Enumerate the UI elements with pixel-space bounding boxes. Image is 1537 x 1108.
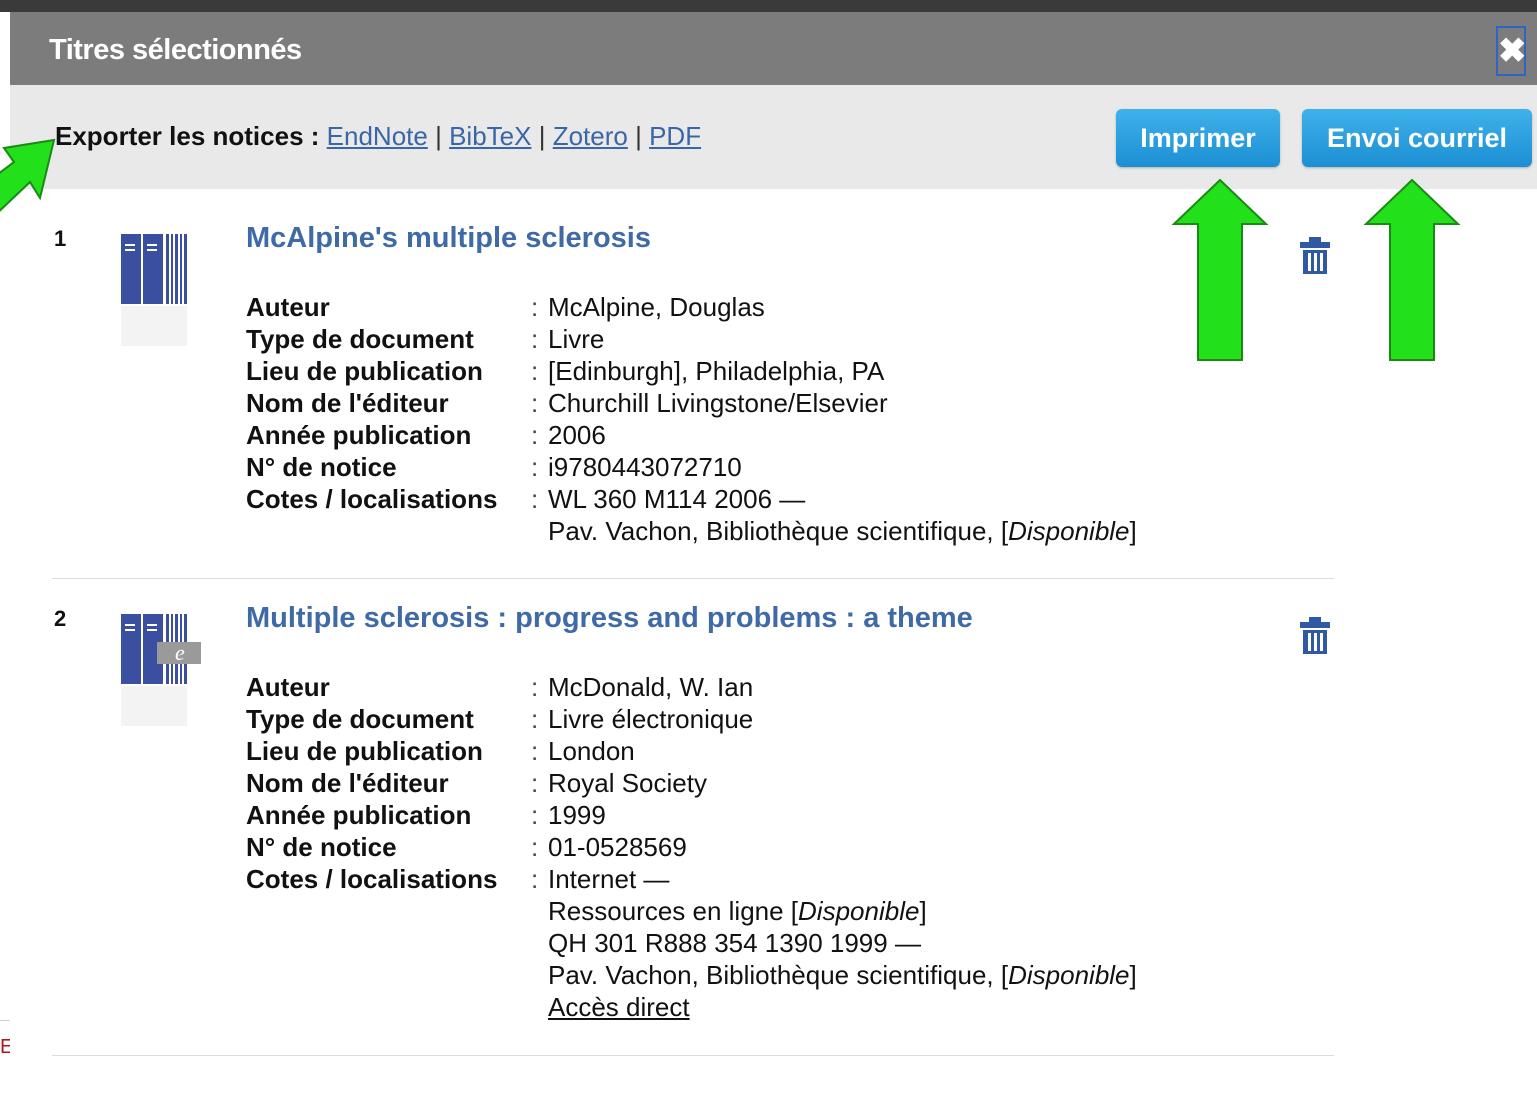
field-place: Lieu de publication: [Edinburgh], Philade… <box>246 356 885 386</box>
field-year: Année publication:2006 <box>246 420 606 450</box>
export-endnote-link[interactable]: EndNote <box>327 121 428 151</box>
page-edge-divider <box>0 1020 10 1021</box>
print-button[interactable]: Imprimer <box>1116 109 1280 167</box>
field-value: Internet — <box>548 864 670 894</box>
delete-trash-icon[interactable] <box>1298 236 1332 276</box>
separator: | <box>538 121 546 151</box>
field-value: London <box>548 736 635 766</box>
field-value: 1999 <box>548 800 606 830</box>
export-links: Exporter les notices : EndNote | BibTeX … <box>55 121 701 152</box>
export-label: Exporter les notices : <box>55 121 320 151</box>
print-book-icon <box>121 234 187 346</box>
field-value: McAlpine, Douglas <box>548 292 765 322</box>
field-value: i9780443072710 <box>548 452 742 482</box>
field-call-number: Cotes / localisations: WL 360 M114 2006 — <box>246 484 806 514</box>
field-label: Auteur <box>246 672 330 702</box>
field-location-2: Pav. Vachon, Bibliothèque scientifique, … <box>246 959 1137 991</box>
export-pdf-link[interactable]: PDF <box>649 121 701 151</box>
availability-status: Disponible <box>1008 516 1130 546</box>
annotation-arrow-icon <box>0 138 56 212</box>
field-label: Cotes / localisations <box>246 484 498 514</box>
record-divider <box>52 1055 1334 1056</box>
record-divider <box>52 578 1334 579</box>
field-label: Type de document <box>246 324 474 354</box>
field-location: Ressources en ligne [Disponible] <box>246 895 1137 927</box>
dialog-title: Titres sélectionnés <box>49 34 302 66</box>
field-record-id: N° de notice: i9780443072710 <box>246 452 742 482</box>
selected-titles-dialog: Titres sélectionnés ✖ Exporter les notic… <box>10 12 1537 1108</box>
field-record-id: N° de notice:01-0528569 <box>246 832 687 862</box>
ebook-icon: e <box>121 614 201 726</box>
field-value: 01-0528569 <box>548 832 687 862</box>
record-fields: Auteur: McAlpine, Douglas Type de documen… <box>246 291 1137 547</box>
field-call-number-2: QH 301 R888 354 1390 1999 — <box>246 927 1137 959</box>
svg-text:e: e <box>175 640 185 665</box>
field-value: [Edinburgh], Philadelphia, PA <box>548 356 885 386</box>
page-backdrop <box>0 0 1537 12</box>
dialog-titlebar: Titres sélectionnés ✖ <box>10 12 1537 85</box>
field-year: Année publication:1999 <box>246 800 606 830</box>
field-label: Année publication <box>246 420 472 450</box>
field-label: Type de document <box>246 704 474 734</box>
field-value: Livre <box>548 324 605 354</box>
record-title-link[interactable]: Multiple sclerosis : progress and proble… <box>246 602 973 635</box>
field-value: McDonald, W. Ian <box>548 672 754 702</box>
field-label: Nom de l'éditeur <box>246 768 449 798</box>
field-value: QH 301 R888 354 1390 1999 — <box>548 928 921 958</box>
record-fields: Auteur: McDonald, W. Ian Type de document… <box>246 671 1137 1023</box>
field-value: 2006 <box>548 420 606 450</box>
field-author: Auteur: McAlpine, Douglas <box>246 292 765 322</box>
field-author: Auteur: McDonald, W. Ian <box>246 672 754 702</box>
email-button[interactable]: Envoi courriel <box>1302 109 1532 167</box>
field-label: Année publication <box>246 800 472 830</box>
field-label: Lieu de publication <box>246 356 483 386</box>
availability-status: Disponible <box>1008 960 1130 990</box>
separator: | <box>435 121 442 151</box>
field-value: Royal Society <box>548 768 707 798</box>
field-direct-access: Accès direct <box>246 991 1137 1023</box>
field-value: Pav. Vachon, Bibliothèque scientifique, … <box>548 960 1137 990</box>
field-doctype: Type de document: Livre <box>246 324 605 354</box>
export-zotero-link[interactable]: Zotero <box>553 121 628 151</box>
delete-trash-icon[interactable] <box>1298 616 1332 656</box>
field-publisher: Nom de l'éditeur: Churchill Livingstone/E… <box>246 388 888 418</box>
field-value: Ressources en ligne [Disponible] <box>548 896 927 926</box>
field-label: Auteur <box>246 292 330 322</box>
field-label: N° de notice <box>246 452 397 482</box>
export-bibtex-link[interactable]: BibTeX <box>449 121 531 151</box>
field-call-number: Cotes / localisations: Internet — <box>246 864 670 894</box>
direct-access-link[interactable]: Accès direct <box>548 992 690 1022</box>
field-location: Pav. Vachon, Bibliothèque scientifique, … <box>246 515 1137 547</box>
field-label: Lieu de publication <box>246 736 483 766</box>
field-label: Cotes / localisations <box>246 864 498 894</box>
record-number: 2 <box>54 606 67 631</box>
field-label: Nom de l'éditeur <box>246 388 449 418</box>
field-value: Pav. Vachon, Bibliothèque scientifique, … <box>548 516 1137 546</box>
field-place: Lieu de publication: London <box>246 736 635 766</box>
record-title-link[interactable]: McAlpine's multiple sclerosis <box>246 222 651 255</box>
field-doctype: Type de document: Livre électronique <box>246 704 754 734</box>
record-number: 1 <box>54 226 67 251</box>
field-value: WL 360 M114 2006 — <box>548 484 806 514</box>
close-button[interactable]: ✖ <box>1496 26 1527 76</box>
availability-status: Disponible <box>798 896 920 926</box>
annotation-arrow-icon <box>1363 178 1461 361</box>
field-publisher: Nom de l'éditeur: Royal Society <box>246 768 707 798</box>
separator: | <box>635 121 642 151</box>
field-value: Livre électronique <box>548 704 754 734</box>
field-value: Churchill Livingstone/Elsevier <box>548 388 888 418</box>
annotation-arrow-icon <box>1171 178 1269 361</box>
dialog-toolbar: Exporter les notices : EndNote | BibTeX … <box>10 85 1537 189</box>
field-label: N° de notice <box>246 832 397 862</box>
